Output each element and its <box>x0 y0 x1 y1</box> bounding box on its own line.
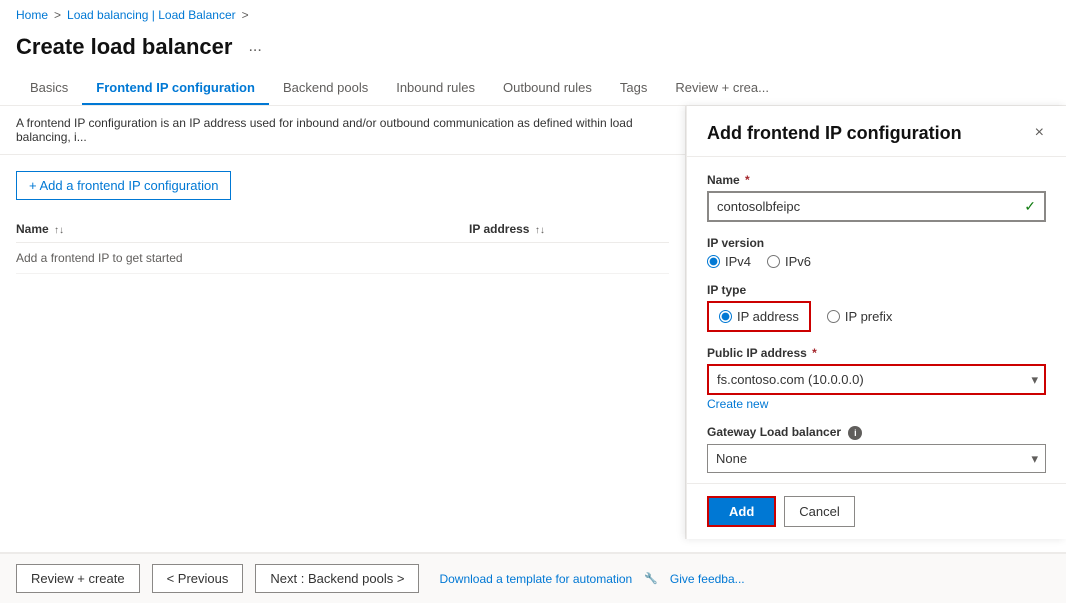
ip-type-label: IP type <box>707 283 1046 297</box>
page-title-row: Create load balancer ... <box>0 30 1066 72</box>
gateway-lb-group: Gateway Load balancer i None <box>707 425 1046 473</box>
cancel-button[interactable]: Cancel <box>784 496 854 527</box>
public-ip-select[interactable]: fs.contoso.com (10.0.0.0) <box>707 364 1046 395</box>
add-frontend-ip-button[interactable]: + Add a frontend IP configuration <box>16 171 231 200</box>
name-sort-icon[interactable]: ↑↓ <box>54 225 64 236</box>
feedback-icon: 🔧 <box>644 572 658 585</box>
table-header: Name ↑↓ IP address ↑↓ <box>16 216 669 243</box>
breadcrumb-home[interactable]: Home <box>16 8 48 22</box>
tab-tags[interactable]: Tags <box>606 72 661 105</box>
tab-nav: Basics Frontend IP configuration Backend… <box>0 72 1066 106</box>
bottom-bar: Review + create < Previous Next : Backen… <box>0 552 1066 603</box>
panel-footer: Add Cancel <box>687 483 1066 539</box>
col-name-header: Name ↑↓ <box>16 222 469 236</box>
col-ip-header: IP address ↑↓ <box>469 222 669 236</box>
download-template-link[interactable]: Download a template for automation <box>439 572 632 586</box>
gateway-lb-info-icon[interactable]: i <box>848 426 862 440</box>
ip-address-radio-item[interactable]: IP address <box>719 309 799 324</box>
gateway-lb-label: Gateway Load balancer i <box>707 425 1046 440</box>
ip-address-box: IP address <box>707 301 811 332</box>
ip-prefix-radio-item[interactable]: IP prefix <box>827 309 892 324</box>
feedback-link[interactable]: Give feedba... <box>670 572 745 586</box>
ip-type-group: IP type IP address IP prefix <box>707 283 1046 332</box>
ip-address-radio[interactable] <box>719 310 732 323</box>
public-ip-group: Public IP address * fs.contoso.com (10.0… <box>707 346 1046 411</box>
panel-title: Add frontend IP configuration <box>707 123 962 144</box>
ip-version-label: IP version <box>707 236 1046 250</box>
gateway-lb-select[interactable]: None <box>707 444 1046 473</box>
name-check-icon: ✓ <box>1024 198 1036 215</box>
public-ip-select-wrapper: fs.contoso.com (10.0.0.0) <box>707 364 1046 395</box>
tab-frontend-ip[interactable]: Frontend IP configuration <box>82 72 269 105</box>
ipv4-radio[interactable] <box>707 255 720 268</box>
ip-type-radio-group: IP address IP prefix <box>707 301 1046 332</box>
tab-outbound-rules[interactable]: Outbound rules <box>489 72 606 105</box>
ipv6-radio-item[interactable]: IPv6 <box>767 254 811 269</box>
page-options-button[interactable]: ... <box>242 36 267 58</box>
panel-body: Name * ✓ IP version IPv4 <box>687 157 1066 483</box>
gateway-lb-select-wrapper: None <box>707 444 1046 473</box>
tab-basics[interactable]: Basics <box>16 72 82 105</box>
ipv6-label: IPv6 <box>785 254 811 269</box>
create-new-link[interactable]: Create new <box>707 397 1046 411</box>
breadcrumb: Home > Load balancing | Load Balancer > <box>0 0 1066 30</box>
main-content: A frontend IP configuration is an IP add… <box>0 106 1066 539</box>
ip-version-group: IP version IPv4 IPv6 <box>707 236 1046 269</box>
review-create-button[interactable]: Review + create <box>16 564 140 593</box>
tab-backend-pools[interactable]: Backend pools <box>269 72 382 105</box>
name-input[interactable] <box>709 193 1044 220</box>
close-panel-button[interactable]: × <box>1033 122 1046 144</box>
ip-prefix-label: IP prefix <box>845 309 892 324</box>
add-button[interactable]: Add <box>707 496 776 527</box>
ipv4-radio-item[interactable]: IPv4 <box>707 254 751 269</box>
ip-sort-icon[interactable]: ↑↓ <box>535 225 545 236</box>
left-panel: A frontend IP configuration is an IP add… <box>0 106 686 539</box>
name-field-group: Name * ✓ <box>707 173 1046 222</box>
name-label: Name * <box>707 173 1046 187</box>
panel-header: Add frontend IP configuration × <box>687 106 1066 157</box>
breadcrumb-loadbalancing[interactable]: Load balancing | Load Balancer <box>67 8 236 22</box>
breadcrumb-sep2: > <box>242 8 249 22</box>
tab-inbound-rules[interactable]: Inbound rules <box>382 72 489 105</box>
ipv4-label: IPv4 <box>725 254 751 269</box>
empty-row-text: Add a frontend IP to get started <box>16 251 669 265</box>
public-ip-label: Public IP address * <box>707 346 1046 360</box>
side-panel: Add frontend IP configuration × Name * ✓ <box>686 106 1066 539</box>
page-title: Create load balancer <box>16 34 232 60</box>
ipv6-radio[interactable] <box>767 255 780 268</box>
description-text: A frontend IP configuration is an IP add… <box>0 106 685 155</box>
name-input-wrapper: ✓ <box>707 191 1046 222</box>
breadcrumb-sep1: > <box>54 8 61 22</box>
tab-review-create[interactable]: Review + crea... <box>661 72 783 105</box>
ip-prefix-radio[interactable] <box>827 310 840 323</box>
table-empty-row: Add a frontend IP to get started <box>16 243 669 274</box>
next-button[interactable]: Next : Backend pools > <box>255 564 419 593</box>
name-required: * <box>745 173 750 187</box>
previous-button[interactable]: < Previous <box>152 564 244 593</box>
public-ip-required: * <box>812 346 817 360</box>
ip-version-radio-group: IPv4 IPv6 <box>707 254 1046 269</box>
ip-address-label: IP address <box>737 309 799 324</box>
